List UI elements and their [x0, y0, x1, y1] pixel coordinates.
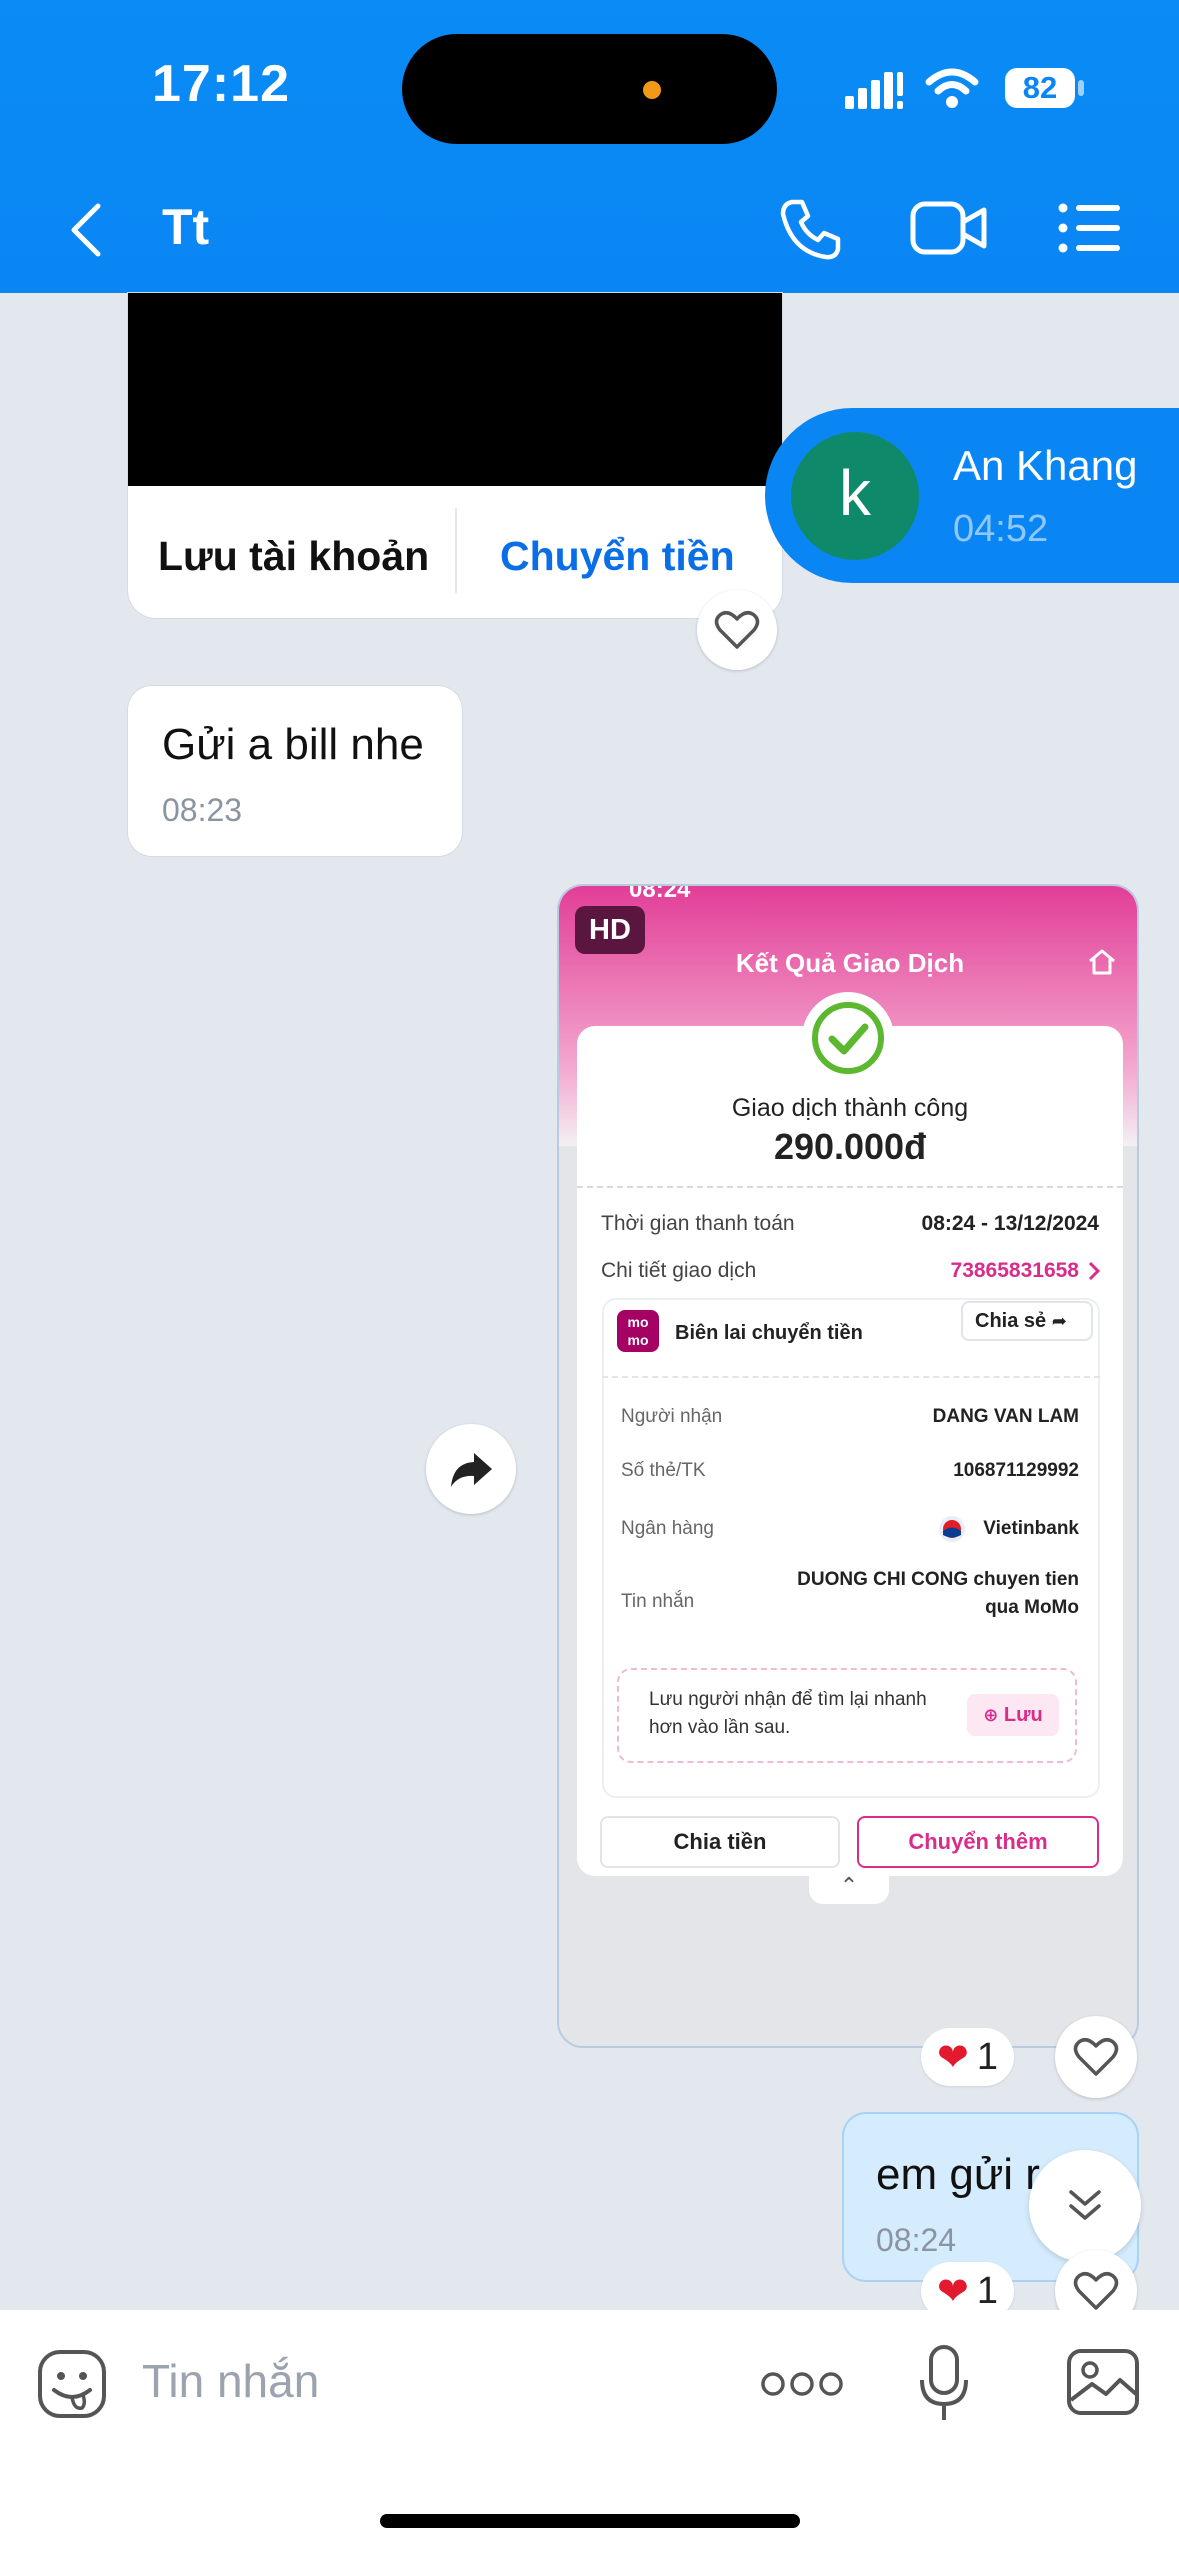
hd-badge[interactable]: HD: [575, 906, 645, 954]
dashed-divider: [577, 1186, 1123, 1188]
transfer-more-button: Chuyển thêm: [857, 1816, 1099, 1868]
save-recipient-button: ⊕ Lưu: [967, 1694, 1059, 1736]
account-value: 106871129992: [953, 1460, 1079, 1481]
message-value: DUONG CHI CONG chuyen tien qua MoMo: [797, 1569, 1079, 1618]
double-chevron-down-icon: [1069, 2190, 1101, 2220]
heart-outline-icon: [714, 611, 760, 649]
status-time: 17:12: [152, 55, 290, 113]
chat-title[interactable]: Tt: [162, 198, 209, 256]
save-hint: Lưu người nhận để tìm lại nhanh hơn vào …: [649, 1689, 927, 1738]
forward-icon: [451, 1453, 492, 1487]
split-bill-button: Chia tiền: [600, 1816, 840, 1868]
like-button[interactable]: [1055, 2016, 1137, 2098]
recipient-label: Người nhận: [621, 1406, 723, 1427]
chat-head-notification[interactable]: k An Khang 04:52: [765, 408, 1179, 583]
heart-filled-icon: ❤: [937, 2270, 969, 2313]
reaction-badge[interactable]: ❤ 1: [921, 2028, 1014, 2086]
chevron-up-icon: ⌃: [809, 1875, 889, 1904]
bank-label: Ngân hàng: [621, 1518, 714, 1539]
heart-outline-icon: [1073, 2038, 1119, 2076]
dashed-divider: [602, 1376, 1100, 1378]
sticker-icon[interactable]: [36, 2348, 108, 2420]
microphone-icon[interactable]: [918, 2344, 970, 2424]
heart-filled-icon: ❤: [937, 2036, 969, 2079]
home-icon: [1089, 949, 1115, 975]
image-gallery-icon[interactable]: [1066, 2348, 1140, 2416]
receipt-label: Biên lai chuyển tiền: [675, 1322, 863, 1344]
scroll-to-bottom-button[interactable]: [1029, 2150, 1141, 2262]
recipient-value: DANG VAN LAM: [932, 1406, 1079, 1427]
receipt-card: Giao dịch thành công 290.000đ Thời gian …: [577, 992, 1123, 1876]
chevron-right-icon: [1088, 1261, 1101, 1281]
detail-value: 73865831658: [950, 1259, 1079, 1282]
like-button[interactable]: [697, 590, 777, 670]
bank-value: Vietinbank: [983, 1518, 1079, 1539]
payment-time-value: 08:24 - 13/12/2024: [921, 1212, 1099, 1235]
notification-name: An Khang: [953, 442, 1138, 489]
message-time: 08:23: [162, 792, 243, 828]
receipt-title: Kết Quả Giao Dịch: [735, 948, 965, 978]
notification-time: 04:52: [953, 508, 1049, 550]
incoming-message[interactable]: Gửi a bill nhe 08:23: [128, 686, 462, 856]
wifi-icon: [925, 68, 979, 108]
message-time: 08:24: [876, 2222, 957, 2258]
more-options-icon[interactable]: [760, 2370, 844, 2398]
message-text: em gửi r: [876, 2150, 1040, 2199]
menu-icon[interactable]: [1058, 202, 1122, 254]
transfer-card: Lưu tài khoản Chuyển tiền: [128, 293, 782, 618]
account-label: Số thẻ/TK: [621, 1460, 706, 1481]
video-call-icon[interactable]: [910, 198, 988, 258]
signal-icon: [845, 72, 903, 109]
battery-indicator: 82: [1005, 68, 1075, 108]
transaction-amount: 290.000đ: [773, 1126, 927, 1167]
transfer-button[interactable]: Chuyển tiền: [500, 533, 735, 580]
share-button: Chia sẻ ➦: [961, 1301, 1093, 1341]
message-label: Tin nhắn: [621, 1591, 695, 1612]
momo-logo: mo mo: [617, 1310, 659, 1352]
dynamic-island: [402, 34, 777, 144]
vietinbank-logo-icon: [939, 1516, 965, 1542]
forward-button[interactable]: [426, 1424, 516, 1514]
divider: [455, 508, 457, 593]
message-input[interactable]: Tin nhắn: [142, 2354, 319, 2408]
save-account-button[interactable]: Lưu tài khoản: [158, 533, 429, 580]
payment-time-label: Thời gian thanh toán: [601, 1212, 795, 1235]
card-image: [128, 293, 782, 486]
phone-icon[interactable]: [778, 196, 844, 262]
transaction-status: Giao dịch thành công: [731, 1094, 969, 1122]
receipt-status-time: 08:24: [629, 884, 691, 903]
avatar: k: [791, 432, 919, 560]
home-indicator: [380, 2514, 800, 2528]
message-text: Gửi a bill nhe: [162, 720, 424, 769]
success-icon: [802, 992, 894, 1084]
back-icon[interactable]: [66, 200, 106, 260]
detail-label: Chi tiết giao dịch: [601, 1259, 757, 1282]
battery-cap: [1078, 80, 1084, 96]
heart-outline-icon: [1073, 2272, 1119, 2310]
receipt-image-message[interactable]: 08:24 HD Kết Quả Giao Dịch Giao dịch thà…: [557, 884, 1139, 2048]
